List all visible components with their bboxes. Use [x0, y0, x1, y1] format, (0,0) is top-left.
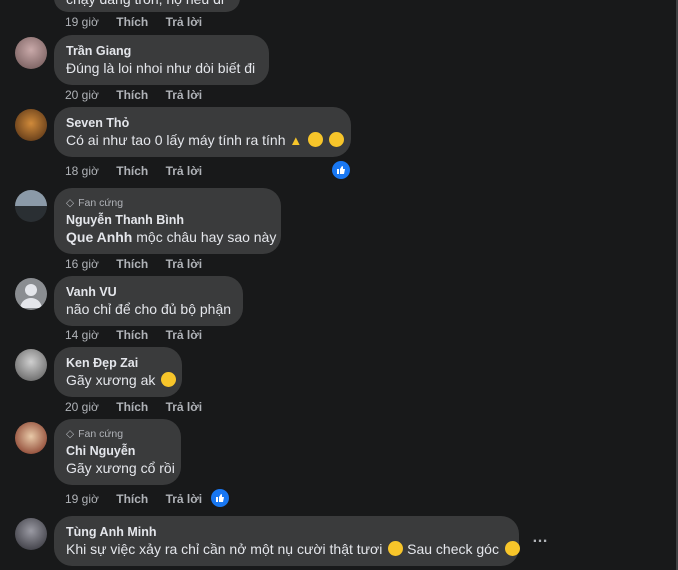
comment-author[interactable]: Vanh VU	[66, 284, 231, 300]
like-reaction-icon[interactable]	[211, 489, 229, 507]
comment-bubble: Trần Giang Đúng là loi nhoi như dòi biết…	[54, 35, 269, 85]
like-button[interactable]: Thích	[116, 328, 148, 342]
reply-button[interactable]: Trả lời	[166, 15, 203, 29]
comment-author[interactable]: Tùng Anh Minh	[66, 524, 507, 540]
comment-author[interactable]: Chi Nguyễn	[66, 443, 169, 459]
comment-author[interactable]: Nguyễn Thanh Bình	[66, 212, 269, 228]
comment-text: Có ai như tao 0 lấy máy tính ra tính	[66, 132, 286, 148]
like-button[interactable]: Thích	[116, 492, 148, 506]
comment-author[interactable]: Trần Giang	[66, 43, 257, 59]
comment-time[interactable]: 14 giờ	[65, 328, 99, 342]
comment-bubble: Ken Đẹp Zai Gãy xương ak	[54, 347, 182, 397]
comment-text: Gãy xương ak	[66, 372, 156, 388]
like-button[interactable]: Thích	[116, 400, 148, 414]
default-avatar-icon[interactable]	[15, 278, 47, 310]
grinning-emoji-icon	[161, 372, 177, 387]
comment-text-continued: Sau check góc	[407, 541, 499, 557]
comment-bubble: Vanh VU não chỉ để cho đủ bộ phận	[54, 276, 243, 326]
like-button[interactable]: Thích	[116, 164, 148, 178]
comment-text: Khi sự việc xảy ra chỉ cần nở một nụ cườ…	[66, 541, 383, 557]
comment-text: Gãy xương cổ rồi	[66, 460, 175, 476]
avatar[interactable]	[15, 422, 47, 454]
comment-time[interactable]: 20 giờ	[65, 88, 99, 102]
comment-time[interactable]: 19 giờ	[65, 492, 99, 506]
comment-bubble: ◇ Fan cứng Chi Nguyễn Gãy xương cổ rồi	[54, 419, 181, 485]
comment-bubble: Seven Thỏ Có ai như tao 0 lấy máy tính r…	[54, 107, 351, 157]
top-fan-badge: ◇ Fan cứng	[66, 428, 124, 440]
top-fan-badge: ◇ Fan cứng	[66, 197, 124, 209]
laughing-emoji-icon	[329, 132, 345, 147]
reply-button[interactable]: Trả lời	[166, 257, 203, 271]
diamond-icon: ◇	[66, 197, 75, 209]
more-options-button[interactable]: …	[530, 530, 550, 551]
reply-button[interactable]: Trả lời	[166, 400, 203, 414]
avatar[interactable]	[15, 109, 47, 141]
comment-bubble: ◇ Fan cứng Nguyễn Thanh Bình Que Anhh mộ…	[54, 188, 281, 254]
like-button[interactable]: Thích	[116, 88, 148, 102]
like-button[interactable]: Thích	[116, 257, 148, 271]
comment-author[interactable]: Ken Đẹp Zai	[66, 355, 170, 371]
comment-time[interactable]: 18 giờ	[65, 164, 99, 178]
reply-button[interactable]: Trả lời	[166, 492, 203, 506]
reply-button[interactable]: Trả lời	[166, 328, 203, 342]
comment-text: chạy đang trốn, nọ nếu đi	[66, 0, 228, 9]
comment-bubble: Tùng Anh Minh Khi sự việc xảy ra chỉ cần…	[54, 516, 520, 566]
comment-text: mộc châu hay sao này	[132, 229, 277, 245]
avatar[interactable]	[15, 37, 47, 69]
like-button[interactable]: Thích	[116, 15, 148, 29]
comment-time[interactable]: 16 giờ	[65, 257, 99, 271]
thumbs-up-emoji-icon: ▲	[289, 133, 303, 148]
avatar[interactable]	[15, 518, 47, 550]
diamond-icon: ◇	[66, 428, 75, 440]
laughing-emoji-icon	[308, 132, 324, 147]
comment-text: não chỉ để cho đủ bộ phận	[66, 301, 232, 317]
comment-time[interactable]: 20 giờ	[65, 400, 99, 414]
comment-text: Đúng là loi nhoi như dòi biết đi	[66, 60, 256, 76]
smiling-emoji-icon	[388, 541, 404, 556]
reply-button[interactable]: Trả lời	[166, 164, 203, 178]
like-reaction-icon[interactable]	[332, 161, 350, 179]
avatar[interactable]	[15, 190, 47, 222]
laughing-emoji-icon	[504, 541, 520, 556]
avatar[interactable]	[15, 349, 47, 381]
comment-author[interactable]: Seven Thỏ	[66, 115, 339, 131]
reply-button[interactable]: Trả lời	[166, 88, 203, 102]
comment-time[interactable]: 19 giờ	[65, 15, 99, 29]
mention-link[interactable]: Que Anhh	[66, 229, 132, 245]
